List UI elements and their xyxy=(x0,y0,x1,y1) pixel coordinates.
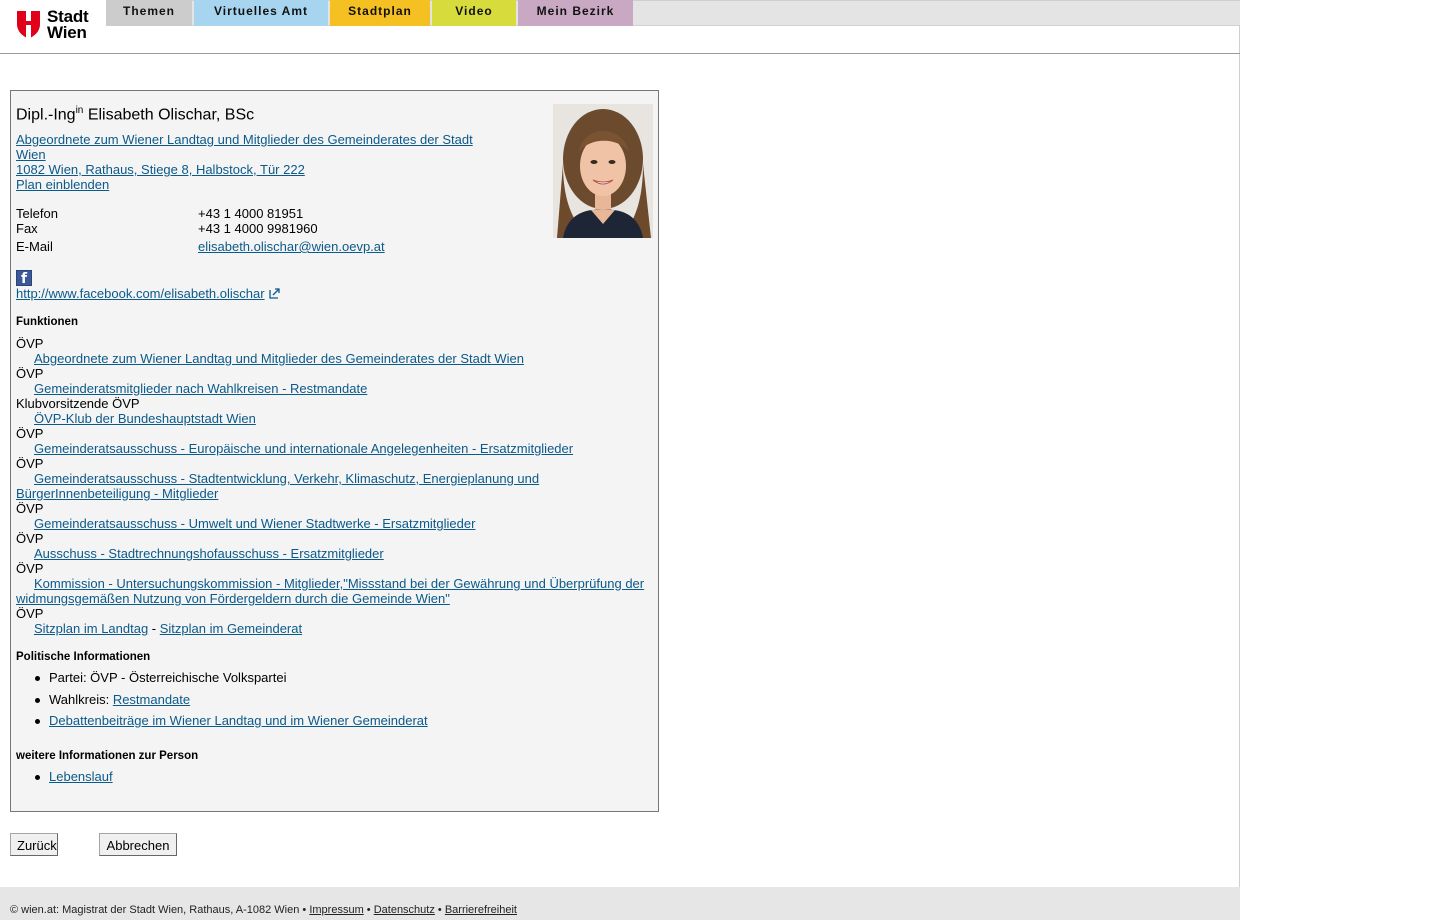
wahlkreis-label: Wahlkreis: xyxy=(49,692,113,707)
footer-separator: • xyxy=(363,904,374,916)
role-link-cont[interactable]: Wien xyxy=(16,147,46,162)
external-link-icon xyxy=(268,288,280,299)
address-link[interactable]: 1082 Wien, Rathaus, Stiege 8, Halbstock,… xyxy=(16,162,305,177)
tab-themen[interactable]: Themen xyxy=(106,0,192,26)
function-link[interactable]: Gemeinderatsmitglieder nach Wahlkreisen … xyxy=(34,381,367,396)
title-prefix: Dipl.-Ing xyxy=(16,106,76,124)
sitzplan-separator: - xyxy=(148,621,160,636)
plan-einblenden-link[interactable]: Plan einblenden xyxy=(16,177,109,192)
funktionen-heading: Funktionen xyxy=(16,316,78,328)
function-link[interactable]: Abgeordnete zum Wiener Landtag und Mitgl… xyxy=(34,351,524,366)
person-name: Dipl.-Ingin Elisabeth Olischar, BSc xyxy=(16,105,254,124)
function-link[interactable]: Gemeinderatsausschuss - Umwelt und Wiene… xyxy=(34,516,475,531)
cancel-button[interactable]: Abbrechen xyxy=(99,833,177,856)
fax-value: +43 1 4000 9981960 xyxy=(198,221,318,236)
function-link-cont[interactable]: widmungsgemäßen Nutzung von Fördergelder… xyxy=(16,591,450,606)
wien-shield-icon xyxy=(17,11,40,39)
sitzplan-row: Sitzplan im Landtag - Sitzplan im Gemein… xyxy=(34,621,302,636)
function-party: ÖVP xyxy=(16,456,44,471)
footer-copyright: © wien.at: Magistrat der Stadt Wien, Rat… xyxy=(10,904,310,916)
stadt-wien-logo[interactable]: Stadt Wien xyxy=(0,0,106,53)
function-party: ÖVP xyxy=(16,606,44,621)
person-photo xyxy=(553,104,653,238)
function-link[interactable]: Gemeinderatsausschuss - Stadtentwicklung… xyxy=(34,471,539,486)
fax-label: Fax xyxy=(16,221,38,236)
site-footer: © wien.at: Magistrat der Stadt Wien, Rat… xyxy=(0,887,1240,920)
logo-text-wien: Wien xyxy=(47,23,87,42)
datenschutz-link[interactable]: Datenschutz xyxy=(374,904,435,916)
impressum-link[interactable]: Impressum xyxy=(309,904,363,916)
tab-mein-bezirk[interactable]: Mein Bezirk xyxy=(518,0,633,26)
page: Stadt Wien Themen Virtuelles Amt Stadtpl… xyxy=(0,0,1240,920)
function-link[interactable]: Kommission - Untersuchungskommission - M… xyxy=(34,576,644,591)
function-party: ÖVP xyxy=(16,531,44,546)
email-label: E-Mail xyxy=(16,239,53,254)
role-link[interactable]: Abgeordnete zum Wiener Landtag und Mitgl… xyxy=(16,132,473,147)
facebook-link-row: http://www.facebook.com/elisabeth.olisch… xyxy=(16,286,280,301)
lebenslauf-link[interactable]: Lebenslauf xyxy=(35,769,113,784)
function-link-cont[interactable]: BürgerInnenbeteiligung - Mitglieder xyxy=(16,486,218,501)
site-header: Stadt Wien Themen Virtuelles Amt Stadtpl… xyxy=(0,0,1240,54)
footer-text: © wien.at: Magistrat der Stadt Wien, Rat… xyxy=(10,904,517,916)
partei-item: Partei: ÖVP - Österreichische Volksparte… xyxy=(34,670,287,685)
debatten-link[interactable]: Debattenbeiträge im Wiener Landtag und i… xyxy=(35,713,428,728)
weitere-heading: weitere Informationen zur Person xyxy=(16,750,199,762)
politik-heading: Politische Informationen xyxy=(16,651,151,663)
person-fullname: Elisabeth Olischar, BSc xyxy=(83,106,255,124)
function-party: ÖVP xyxy=(16,366,44,381)
function-party: Klubvorsitzende ÖVP xyxy=(16,396,140,411)
facebook-link[interactable]: http://www.facebook.com/elisabeth.olisch… xyxy=(16,286,265,301)
function-party: ÖVP xyxy=(16,501,44,516)
barrierefreiheit-link[interactable]: Barrierefreiheit xyxy=(445,904,517,916)
sitzplan-gemeinderat-link[interactable]: Sitzplan im Gemeinderat xyxy=(160,621,302,636)
sitzplan-landtag-link[interactable]: Sitzplan im Landtag xyxy=(34,621,148,636)
function-party: ÖVP xyxy=(16,561,44,576)
facebook-icon[interactable]: f xyxy=(16,270,32,287)
footer-separator: • xyxy=(434,904,445,916)
function-party: ÖVP xyxy=(16,426,44,441)
function-link[interactable]: Ausschuss - Stadtrechnungshofausschuss -… xyxy=(34,546,384,561)
function-party: ÖVP xyxy=(16,336,44,351)
phone-value: +43 1 4000 81951 xyxy=(198,206,304,221)
wahlkreis-link[interactable]: Restmandate xyxy=(113,692,190,707)
email-link[interactable]: elisabeth.olischar@wien.oevp.at xyxy=(198,239,385,254)
tab-video[interactable]: Video xyxy=(432,0,516,26)
tab-virtuelles-amt[interactable]: Virtuelles Amt xyxy=(194,0,328,26)
person-card: Dipl.-Ingin Elisabeth Olischar, BSc Abge… xyxy=(10,90,659,812)
tab-stadtplan[interactable]: Stadtplan xyxy=(330,0,430,26)
function-link[interactable]: ÖVP-Klub der Bundeshauptstadt Wien xyxy=(34,411,256,426)
wahlkreis-item: Wahlkreis: Restmandate xyxy=(34,692,190,707)
function-link[interactable]: Gemeinderatsausschuss - Europäische und … xyxy=(34,441,573,456)
phone-label: Telefon xyxy=(16,206,58,221)
back-button[interactable]: Zurück xyxy=(10,833,58,856)
